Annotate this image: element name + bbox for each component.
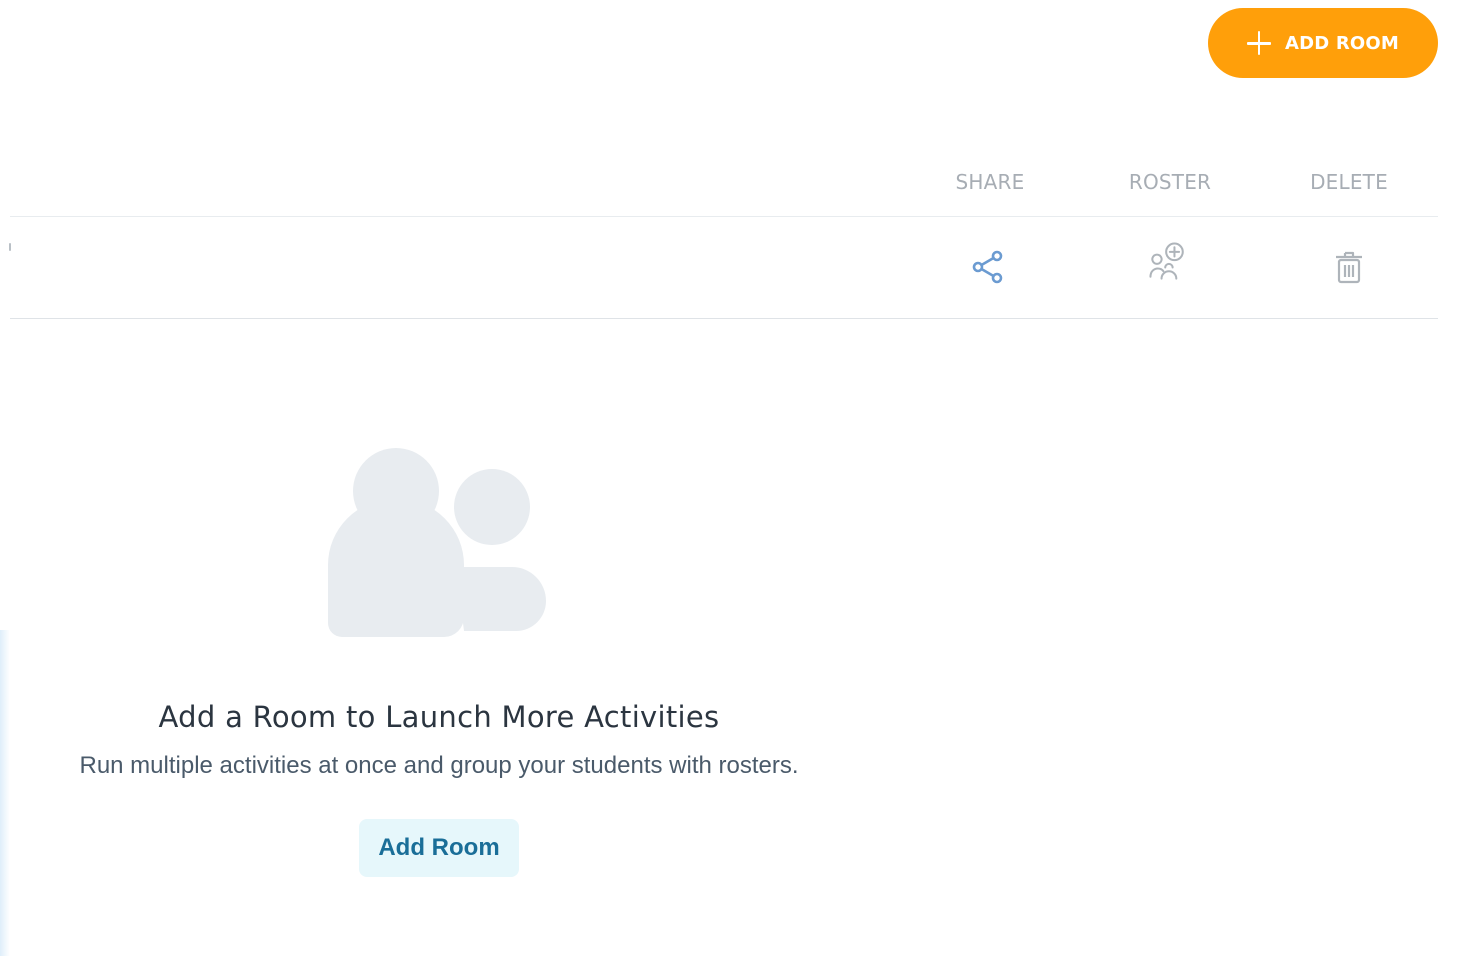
- empty-state-subtitle: Run multiple activities at once and grou…: [79, 752, 799, 779]
- table-header-divider: [10, 216, 1438, 217]
- add-room-button-label: ADD ROOM: [1284, 32, 1400, 54]
- empty-state-add-room-button[interactable]: Add Room: [359, 819, 519, 877]
- column-header-delete: DELETE: [1310, 170, 1388, 194]
- add-room-button[interactable]: ADD ROOM: [1208, 8, 1438, 78]
- trash-icon: [1336, 251, 1362, 284]
- row-divider: [10, 318, 1438, 319]
- row-marker: [9, 243, 11, 251]
- roster-button[interactable]: [1144, 238, 1192, 286]
- empty-state-title: Add a Room to Launch More Activities: [158, 700, 720, 734]
- plus-icon: [1246, 31, 1271, 55]
- people-icon: [328, 448, 546, 637]
- rooms-page: ADD ROOM SHARE ROSTER DELETE Add a Room …: [0, 0, 1483, 956]
- column-header-share: SHARE: [955, 170, 1025, 194]
- sidebar-edge: [0, 630, 10, 956]
- add-group-icon: [1149, 242, 1184, 280]
- share-icon: [972, 250, 1003, 284]
- column-header-roster: ROSTER: [1128, 170, 1212, 194]
- delete-button[interactable]: [1325, 243, 1373, 291]
- share-button[interactable]: [965, 243, 1013, 291]
